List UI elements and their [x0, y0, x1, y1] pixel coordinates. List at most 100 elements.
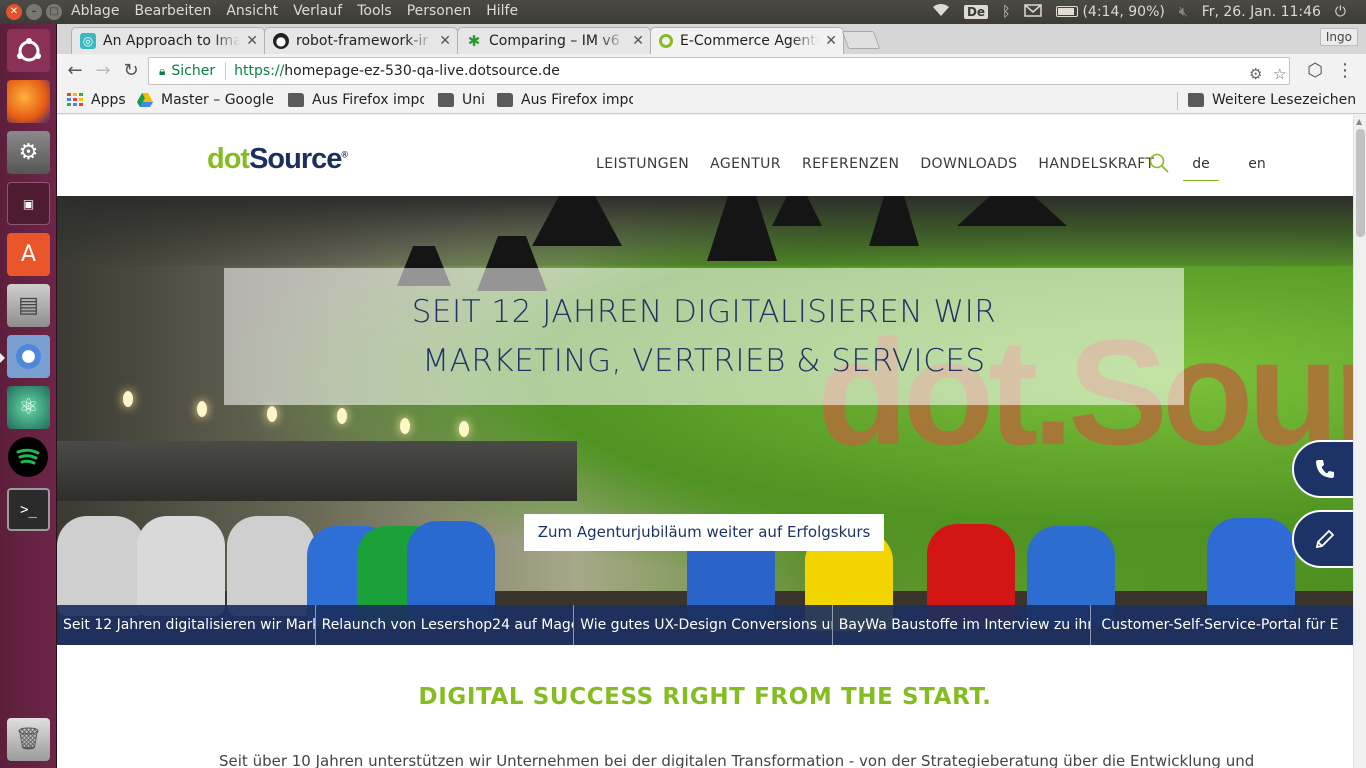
phone-button[interactable] — [1292, 440, 1353, 498]
menu-hilfe[interactable]: Hilfe — [486, 3, 518, 19]
power-icon[interactable]: ⏻ — [1335, 4, 1346, 20]
mail-icon[interactable] — [1024, 3, 1043, 21]
window-controls: ✕ – □ — [6, 4, 62, 20]
slider-tab-4[interactable]: BayWa Baustoffe im Interview zu ihre — [832, 605, 1092, 645]
language-switcher: de en — [1183, 156, 1275, 181]
menu-bearbeiten[interactable]: Bearbeiten — [134, 3, 211, 19]
top-panel: ✕ – □ Ablage Bearbeiten Ansicht Verlauf … — [0, 0, 1366, 24]
address-bar[interactable]: 🔒︎ Sicher https:// homepage-ez-530-qa-li… — [148, 57, 1290, 85]
lang-en[interactable]: en — [1239, 156, 1275, 181]
toolbar: ← → ↻ 🔒︎ Sicher https:// homepage-ez-530… — [57, 54, 1366, 88]
system-settings-icon[interactable]: ⚙ — [7, 131, 50, 174]
close-tab-icon[interactable]: ✕ — [632, 33, 644, 49]
ubuntu-software-icon[interactable]: A — [7, 233, 50, 276]
nav-referenzen[interactable]: REFERENZEN — [802, 156, 899, 172]
slider-tab-1[interactable]: Seit 12 Jahren digitalisieren wir Mark — [57, 605, 316, 645]
lock-icon: 🔒︎ — [159, 63, 166, 78]
clock[interactable]: Fr, 26. Jan. 11:46 — [1202, 4, 1321, 20]
folder-icon — [497, 93, 513, 107]
slider-tab-2[interactable]: Relaunch von Lesershop24 auf Mage — [315, 605, 575, 645]
bookmark-label: Apps — [91, 92, 126, 108]
url-scheme: https:// — [234, 63, 285, 79]
dotsource-icon — [659, 34, 673, 48]
hero-title-line-1: SEIT 12 JAHREN DIGITALISIEREN WIR — [411, 294, 997, 330]
bookmark-master-google[interactable]: Master – Google — [137, 92, 273, 108]
atom-icon[interactable]: ⚛ — [7, 386, 50, 429]
tab-1[interactable]: ◎ An Approach to Ima ✕ — [71, 27, 265, 54]
workspace-switcher-icon[interactable]: ▣ — [7, 182, 50, 225]
menu-personen[interactable]: Personen — [407, 3, 472, 19]
page-scrollbar[interactable]: ▲ — [1353, 115, 1366, 768]
close-tab-icon[interactable]: ✕ — [825, 33, 837, 49]
scroll-up-icon[interactable]: ▲ — [1356, 117, 1362, 126]
tab-2[interactable]: ● robot-framework-ir ✕ — [264, 27, 458, 54]
hanging-bulb — [400, 418, 410, 434]
menu-tools[interactable]: Tools — [357, 3, 392, 19]
close-tab-icon[interactable]: ✕ — [246, 33, 258, 49]
lang-de[interactable]: de — [1183, 156, 1219, 181]
battery-icon — [1056, 6, 1079, 17]
bookmark-other-bookmarks[interactable]: Weitere Lesezeichen — [1188, 92, 1356, 108]
indicator-area: De ᛒ (4:14, 90%) 🔇︎ Fr, 26. Jan. 11:46 ⏻ — [932, 3, 1346, 21]
logo-source: Source — [249, 143, 342, 175]
wifi-icon[interactable] — [932, 3, 950, 21]
extension-icon[interactable]: ⬡ — [1303, 60, 1327, 82]
close-tab-icon[interactable]: ✕ — [439, 33, 451, 49]
spotify-icon[interactable] — [8, 437, 48, 477]
menu-verlauf[interactable]: Verlauf — [293, 3, 342, 19]
nav-leistungen[interactable]: LEISTUNGEN — [596, 156, 689, 172]
hero-ceiling — [57, 196, 1353, 266]
nav-handelskraft[interactable]: HANDELSKRAFT — [1038, 156, 1154, 172]
hero-cta-button[interactable]: Zum Agenturjubiläum weiter auf Erfolgsku… — [524, 514, 884, 551]
minimize-window-button[interactable]: – — [26, 4, 42, 20]
slider-tab-3[interactable]: Wie gutes UX-Design Conversions un — [574, 605, 833, 645]
dotsource-logo[interactable]: dotSource® — [207, 143, 348, 176]
bookmark-folder-firefox-1[interactable]: Aus Firefox impo — [288, 92, 424, 108]
tab-strip: ◎ An Approach to Ima ✕ ● robot-framework… — [57, 24, 1366, 54]
tab-3[interactable]: ✱ Comparing – IM v6 f ✕ — [457, 27, 651, 54]
files-icon[interactable]: ▤ — [7, 284, 50, 327]
section-title: DIGITAL SUCCESS RIGHT FROM THE START. — [418, 684, 992, 710]
forward-icon[interactable]: → — [91, 60, 115, 82]
chromium-icon[interactable] — [0, 335, 50, 378]
web-page: dotSource® LEISTUNGEN AGENTUR REFERENZEN… — [57, 115, 1353, 768]
close-window-button[interactable]: ✕ — [6, 4, 22, 20]
bookmarks-bar: Apps Master – Google Aus Firefox impo Un… — [57, 88, 1366, 114]
maximize-window-button[interactable]: □ — [46, 4, 62, 20]
nav-agentur[interactable]: AGENTUR — [710, 156, 781, 172]
contact-form-button[interactable] — [1292, 510, 1353, 568]
volume-muted-icon[interactable]: 🔇︎ — [1179, 4, 1188, 20]
slider-tab-5[interactable]: Customer-Self-Service-Portal für E — [1091, 605, 1353, 645]
keyboard-layout-indicator[interactable]: De — [963, 5, 989, 19]
profile-button[interactable]: Ingo — [1319, 28, 1358, 46]
new-tab-button[interactable] — [841, 31, 881, 49]
bookmark-folder-uni[interactable]: Uni — [438, 92, 485, 108]
scrollbar-thumb[interactable] — [1356, 129, 1365, 237]
bookmark-label: Aus Firefox impo — [312, 92, 424, 108]
terminal-icon[interactable]: >_ — [7, 488, 50, 531]
bookmark-apps[interactable]: Apps — [67, 92, 126, 108]
menu-icon[interactable]: ⋮ — [1333, 60, 1357, 82]
ubuntu-dash-icon[interactable] — [7, 29, 50, 72]
back-icon[interactable]: ← — [63, 60, 87, 82]
menu-ansicht[interactable]: Ansicht — [226, 3, 278, 19]
battery-indicator[interactable]: (4:14, 90%) — [1056, 4, 1165, 20]
bookmark-label: Aus Firefox impo — [521, 92, 633, 108]
menu-ablage[interactable]: Ablage — [71, 3, 119, 19]
hero-title-line-2: MARKETING, VERTRIEB & SERVICES — [422, 343, 986, 379]
bookmark-star-icon[interactable]: ☆ — [1273, 65, 1286, 83]
reload-icon[interactable]: ↻ — [119, 60, 143, 82]
bluetooth-icon[interactable]: ᛒ — [1002, 4, 1010, 20]
tab-4-active[interactable]: E-Commerce Agentu ✕ — [650, 27, 844, 54]
hanging-bulb — [337, 408, 347, 424]
bookmark-folder-firefox-2[interactable]: Aus Firefox impo — [497, 92, 633, 108]
site-header: dotSource® LEISTUNGEN AGENTUR REFERENZEN… — [57, 115, 1353, 196]
bookmark-label: Uni — [462, 92, 486, 108]
hanging-bulb — [123, 391, 133, 407]
firefox-icon[interactable] — [7, 80, 50, 123]
browser-window: ◎ An Approach to Ima ✕ ● robot-framework… — [57, 24, 1366, 768]
search-icon[interactable] — [1149, 153, 1169, 173]
site-settings-icon[interactable]: ⚙ — [1249, 65, 1262, 83]
trash-icon[interactable]: 🗑︎ — [7, 718, 50, 761]
nav-downloads[interactable]: DOWNLOADS — [920, 156, 1017, 172]
